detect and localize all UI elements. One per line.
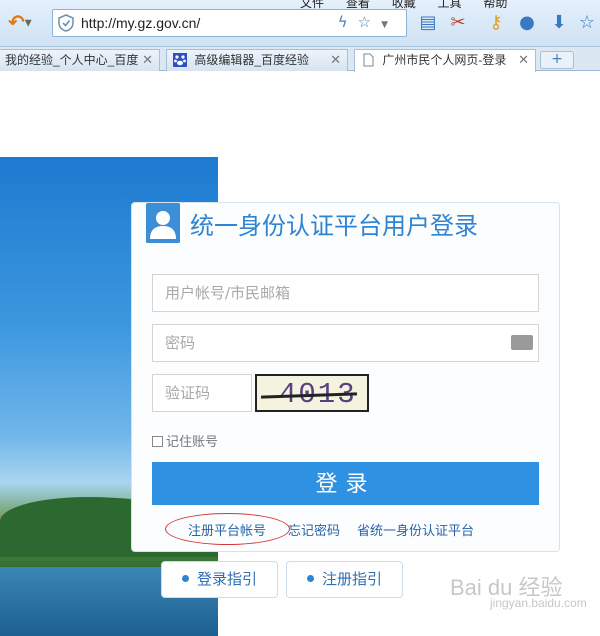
tab-label: 广州市民个人网页-登录	[382, 53, 507, 67]
register-account-link[interactable]: 注册平台帐号	[188, 520, 266, 539]
register-guide-button[interactable]: 注册指引	[286, 561, 403, 598]
register-guide-label: 注册指引	[321, 570, 382, 588]
bullet-icon	[306, 575, 314, 582]
user-avatar-icon	[146, 203, 180, 243]
captcha-image[interactable]: 4013	[255, 374, 369, 412]
remember-account[interactable]: 记住账号	[152, 431, 218, 450]
baidu-watermark: Bai du 经验 jingyan.baidu.com	[450, 570, 587, 610]
close-icon[interactable]: ✕	[518, 50, 529, 70]
login-guide-label: 登录指引	[196, 570, 257, 588]
captcha-field[interactable]	[152, 374, 252, 412]
close-icon[interactable]: ✕	[142, 50, 153, 70]
address-bar[interactable]: http://my.gz.gov.cn/ ϟ☆▼	[52, 9, 407, 37]
lightning-icon[interactable]: ϟ	[338, 13, 358, 31]
download-icon[interactable]: ⬇	[548, 12, 570, 34]
scissors-icon[interactable]: ✂	[447, 12, 469, 34]
login-title: 统一身份认证平台用户登录	[190, 212, 478, 240]
remember-checkbox[interactable]	[152, 436, 163, 447]
tab-label: 高级编辑器_百度经验	[194, 53, 310, 67]
username-field[interactable]	[152, 274, 539, 312]
back-arrow-icon: ↶	[8, 10, 25, 34]
tab-label: 我的经验_个人中心_百度	[5, 53, 139, 67]
watermark-url: jingyan.baidu.com	[490, 596, 587, 610]
baidu-paw-icon	[173, 53, 187, 67]
more-icon[interactable]: ●	[516, 12, 538, 34]
tab-experience-center[interactable]: 我的经验_个人中心_百度 ✕	[0, 49, 160, 71]
new-tab-button[interactable]: +	[540, 51, 574, 69]
page-icon	[363, 53, 374, 67]
login-guide-button[interactable]: 登录指引	[161, 561, 278, 598]
address-actions: ϟ☆▼	[338, 13, 398, 31]
bullet-icon	[181, 575, 189, 582]
login-button[interactable]: 登录	[152, 462, 539, 505]
favorites-star-icon[interactable]: ☆	[576, 12, 598, 34]
close-icon[interactable]: ✕	[330, 50, 341, 70]
tab-strip: 我的经验_个人中心_百度 ✕ 高级编辑器_百度经验 ✕ 广州市民个人网页-登录 …	[0, 47, 600, 72]
province-auth-link[interactable]: 省统一身份认证平台	[357, 520, 474, 539]
star-icon[interactable]: ☆	[358, 13, 381, 31]
keyboard-icon[interactable]	[511, 335, 533, 350]
tab-advanced-editor[interactable]: 高级编辑器_百度经验 ✕	[166, 49, 348, 71]
address-url[interactable]: http://my.gz.gov.cn/	[81, 15, 200, 31]
back-button[interactable]: ↶▼	[8, 12, 42, 34]
tab-gz-login[interactable]: 广州市民个人网页-登录 ✕	[354, 49, 536, 72]
password-field[interactable]	[152, 324, 539, 362]
password-input[interactable]	[153, 325, 538, 361]
remember-label: 记住账号	[166, 435, 219, 450]
bookmark-icon[interactable]: ▤	[417, 12, 439, 34]
forgot-password-link[interactable]: 忘记密码	[288, 520, 340, 539]
menu-tools[interactable]: 工具	[438, 0, 462, 10]
key-icon[interactable]: ⚷	[485, 12, 507, 34]
menu-help[interactable]: 帮助	[483, 0, 507, 10]
security-shield-icon	[58, 14, 74, 32]
chevron-down-icon[interactable]: ▼	[381, 20, 398, 30]
captcha-input[interactable]	[153, 375, 251, 411]
dropdown-icon[interactable]: ▼	[25, 19, 32, 29]
username-input[interactable]	[153, 275, 538, 311]
browser-toolbar: 文件 查看 收藏 工具 帮助 ↶▼ http://my.gz.gov.cn/ ϟ…	[0, 0, 600, 47]
